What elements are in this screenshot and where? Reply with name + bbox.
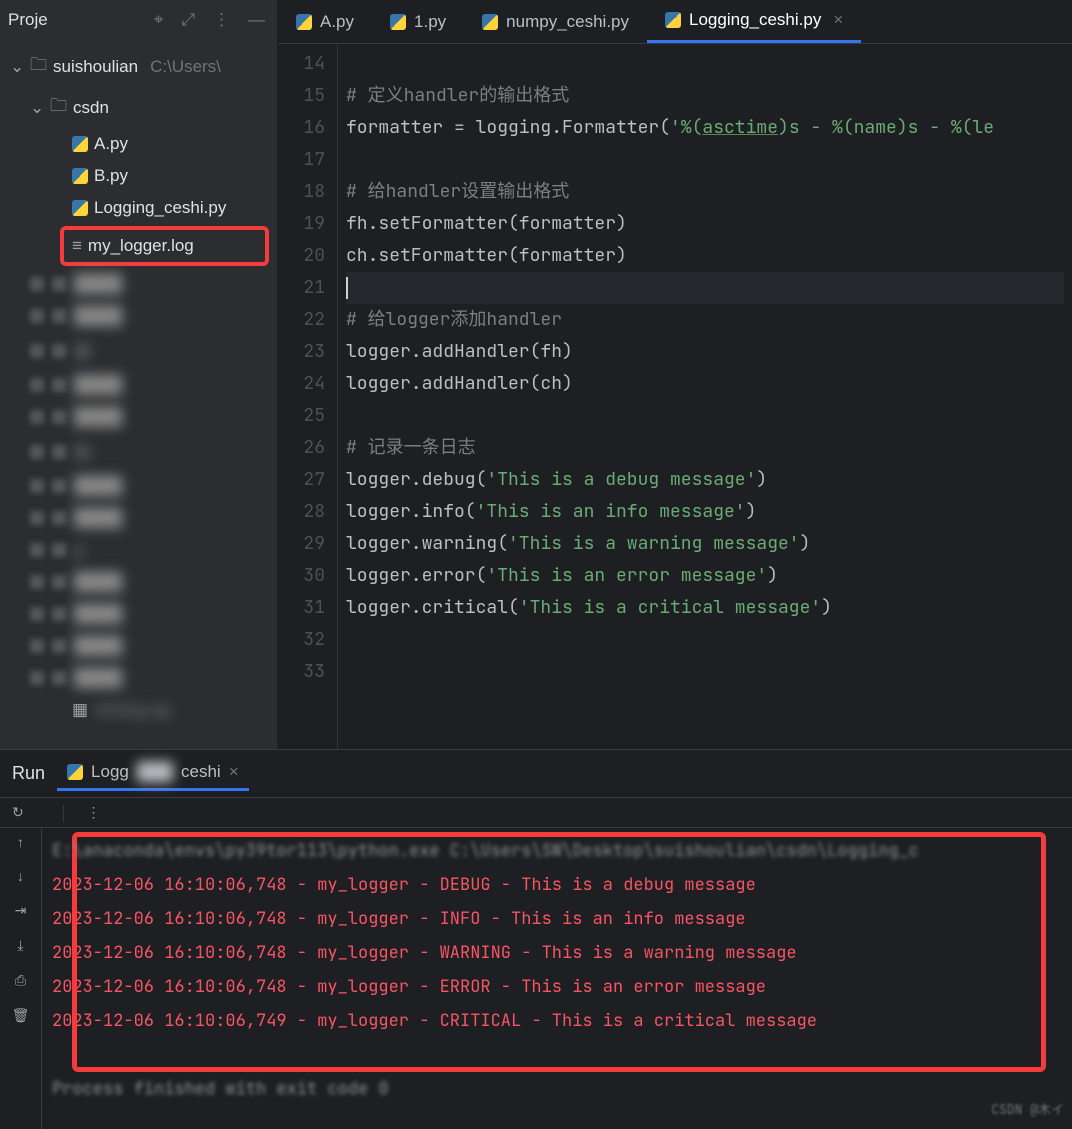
run-side-toolbar: ↑ ↓ ⇥ ⤓ ⎙ 🗑 (0, 828, 42, 1129)
code-content[interactable]: # 定义handler的输出格式formatter = logging.Form… (338, 44, 1072, 749)
run-tab-prefix: Logg (91, 762, 129, 782)
run-tab-suffix: ceshi (181, 762, 221, 782)
run-config-tab[interactable]: Logg███ceshi × (57, 756, 249, 791)
locate-icon[interactable]: ⌖ (150, 8, 168, 32)
close-icon[interactable]: × (833, 10, 843, 30)
tree-item[interactable]: ████ (0, 598, 277, 630)
console-log-line: 2023-12-06 16:10:06,748 - my_logger - WA… (52, 936, 1062, 970)
editor-tab[interactable]: Logging_ceshi.py × (647, 0, 861, 43)
console-log-line: 2023-12-06 16:10:06,749 - my_logger - CR… (52, 1004, 1062, 1038)
tree-item[interactable]: 傻 (0, 332, 277, 369)
editor-area: A.py1.pynumpy_ceshi.pyLogging_ceshi.py× … (278, 0, 1072, 749)
project-tree[interactable]: ⌄ 🗀 suishoulian C:\Users\ ⌄ 🗀 csdn A.py … (0, 40, 277, 732)
tree-item-label: B.py (94, 166, 128, 186)
settings-icon[interactable]: ⋮ (209, 8, 234, 32)
tree-item-hint: C:\Users\ (150, 57, 221, 77)
tree-file[interactable]: B.py (0, 160, 277, 192)
tree-item-label: csdn (73, 98, 109, 118)
python-icon (296, 14, 312, 30)
tree-item-label: my_logger.log (88, 236, 194, 256)
tree-item[interactable]: ████ (0, 300, 277, 332)
editor-tab[interactable]: 1.py (372, 0, 464, 43)
more-icon[interactable]: ⋮ (86, 804, 100, 821)
tree-item[interactable]: 制 (0, 433, 277, 470)
tree-item[interactable]: ████ (0, 369, 277, 401)
tree-item[interactable]: ████ (0, 566, 277, 598)
project-sidebar: Proje ⌖ ⤢ ⋮ — ⌄ 🗀 suishoulian C:\Users\ … (0, 0, 278, 749)
tree-item-label: A.py (94, 134, 128, 154)
tree-item[interactable]: ████ (0, 662, 277, 694)
tree-item-label: Logging_ceshi.py (94, 198, 226, 218)
python-icon (72, 200, 88, 216)
tree-file-highlighted[interactable]: ≡ my_logger.log (60, 226, 269, 266)
editor-tab[interactable]: A.py (278, 0, 372, 43)
code-editor[interactable]: 1415161718192021222324252627282930313233… (278, 44, 1072, 749)
run-label: Run (12, 763, 45, 784)
tree-item[interactable]: ████ (0, 401, 277, 433)
console-log-line: 2023-12-06 16:10:06,748 - my_logger - ER… (52, 970, 1062, 1004)
python-icon (390, 14, 406, 30)
line-gutter: 1415161718192021222324252627282930313233 (278, 44, 338, 749)
watermark: CSDN @木イ (991, 1093, 1064, 1127)
tab-label: Logging_ceshi.py (689, 10, 821, 30)
folder-icon: 🗀 (30, 52, 47, 81)
chevron-down-icon[interactable]: ⌄ (10, 57, 24, 77)
console-output[interactable]: E:\anaconda\envs\py39tor113\python.exe C… (42, 828, 1072, 1129)
close-icon[interactable]: × (229, 762, 239, 782)
run-header: Run Logg███ceshi × (0, 750, 1072, 798)
console-log-line: 2023-12-06 16:10:06,748 - my_logger - IN… (52, 902, 1062, 936)
python-icon (665, 12, 681, 28)
soft-wrap-icon[interactable]: ⇥ (15, 902, 27, 919)
text-file-icon: ≡ (72, 236, 82, 256)
run-toolbar: ↻ │ ⋮ (0, 798, 1072, 828)
expand-icon[interactable]: ⤢ (177, 8, 199, 32)
python-icon (482, 14, 498, 30)
tree-file[interactable]: ▦ 11111g og (0, 694, 277, 726)
console-log-line: 2023-12-06 16:10:06,748 - my_logger - DE… (52, 868, 1062, 902)
folder-icon: 🗀 (50, 93, 67, 122)
tree-item[interactable]: ████ (0, 502, 277, 534)
project-label: Proje (8, 10, 48, 30)
tree-folder-csdn[interactable]: ⌄ 🗀 csdn (0, 87, 277, 128)
python-icon (67, 764, 83, 780)
tree-project-root[interactable]: ⌄ 🗀 suishoulian C:\Users\ (0, 46, 277, 87)
tree-item-label: suishoulian (53, 57, 138, 77)
tab-label: 1.py (414, 12, 446, 32)
scroll-to-end-icon[interactable]: ⤓ (17, 937, 23, 954)
rerun-icon[interactable]: ↻ (12, 804, 24, 821)
editor-tab[interactable]: numpy_ceshi.py (464, 0, 647, 43)
tab-label: numpy_ceshi.py (506, 12, 629, 32)
tree-item[interactable]: ████ (0, 630, 277, 662)
tree-file[interactable]: A.py (0, 128, 277, 160)
tree-item[interactable]: ████ (0, 268, 277, 300)
chevron-down-icon[interactable]: ⌄ (30, 98, 44, 118)
tab-label: A.py (320, 12, 354, 32)
editor-tabs: A.py 1.py numpy_ceshi.py Logging_ceshi.py × (278, 0, 1072, 44)
run-toolwindow: Run Logg███ceshi × ↻ │ ⋮ ↑ ↓ ⇥ ⤓ ⎙ 🗑 E:\… (0, 749, 1072, 1129)
tree-item[interactable]: ████ (0, 470, 277, 502)
file-icon: ▦ (72, 700, 88, 720)
print-icon[interactable]: ⎙ (15, 972, 26, 989)
tree-file[interactable]: Logging_ceshi.py (0, 192, 277, 224)
python-icon (72, 168, 88, 184)
up-icon[interactable]: ↑ (17, 834, 24, 850)
project-toolwindow-header: Proje ⌖ ⤢ ⋮ — (0, 0, 277, 40)
console-exit: Process finished with exit code 0 (52, 1072, 1062, 1106)
console-command: E:\anaconda\envs\py39tor113\python.exe C… (52, 834, 1062, 868)
delete-icon[interactable]: 🗑 (12, 1007, 30, 1024)
tree-item[interactable]: g (0, 534, 277, 566)
tree-item-label: 11111g og (94, 700, 169, 720)
down-icon[interactable]: ↓ (17, 868, 24, 884)
hide-icon[interactable]: — (244, 8, 269, 32)
python-icon (72, 136, 88, 152)
